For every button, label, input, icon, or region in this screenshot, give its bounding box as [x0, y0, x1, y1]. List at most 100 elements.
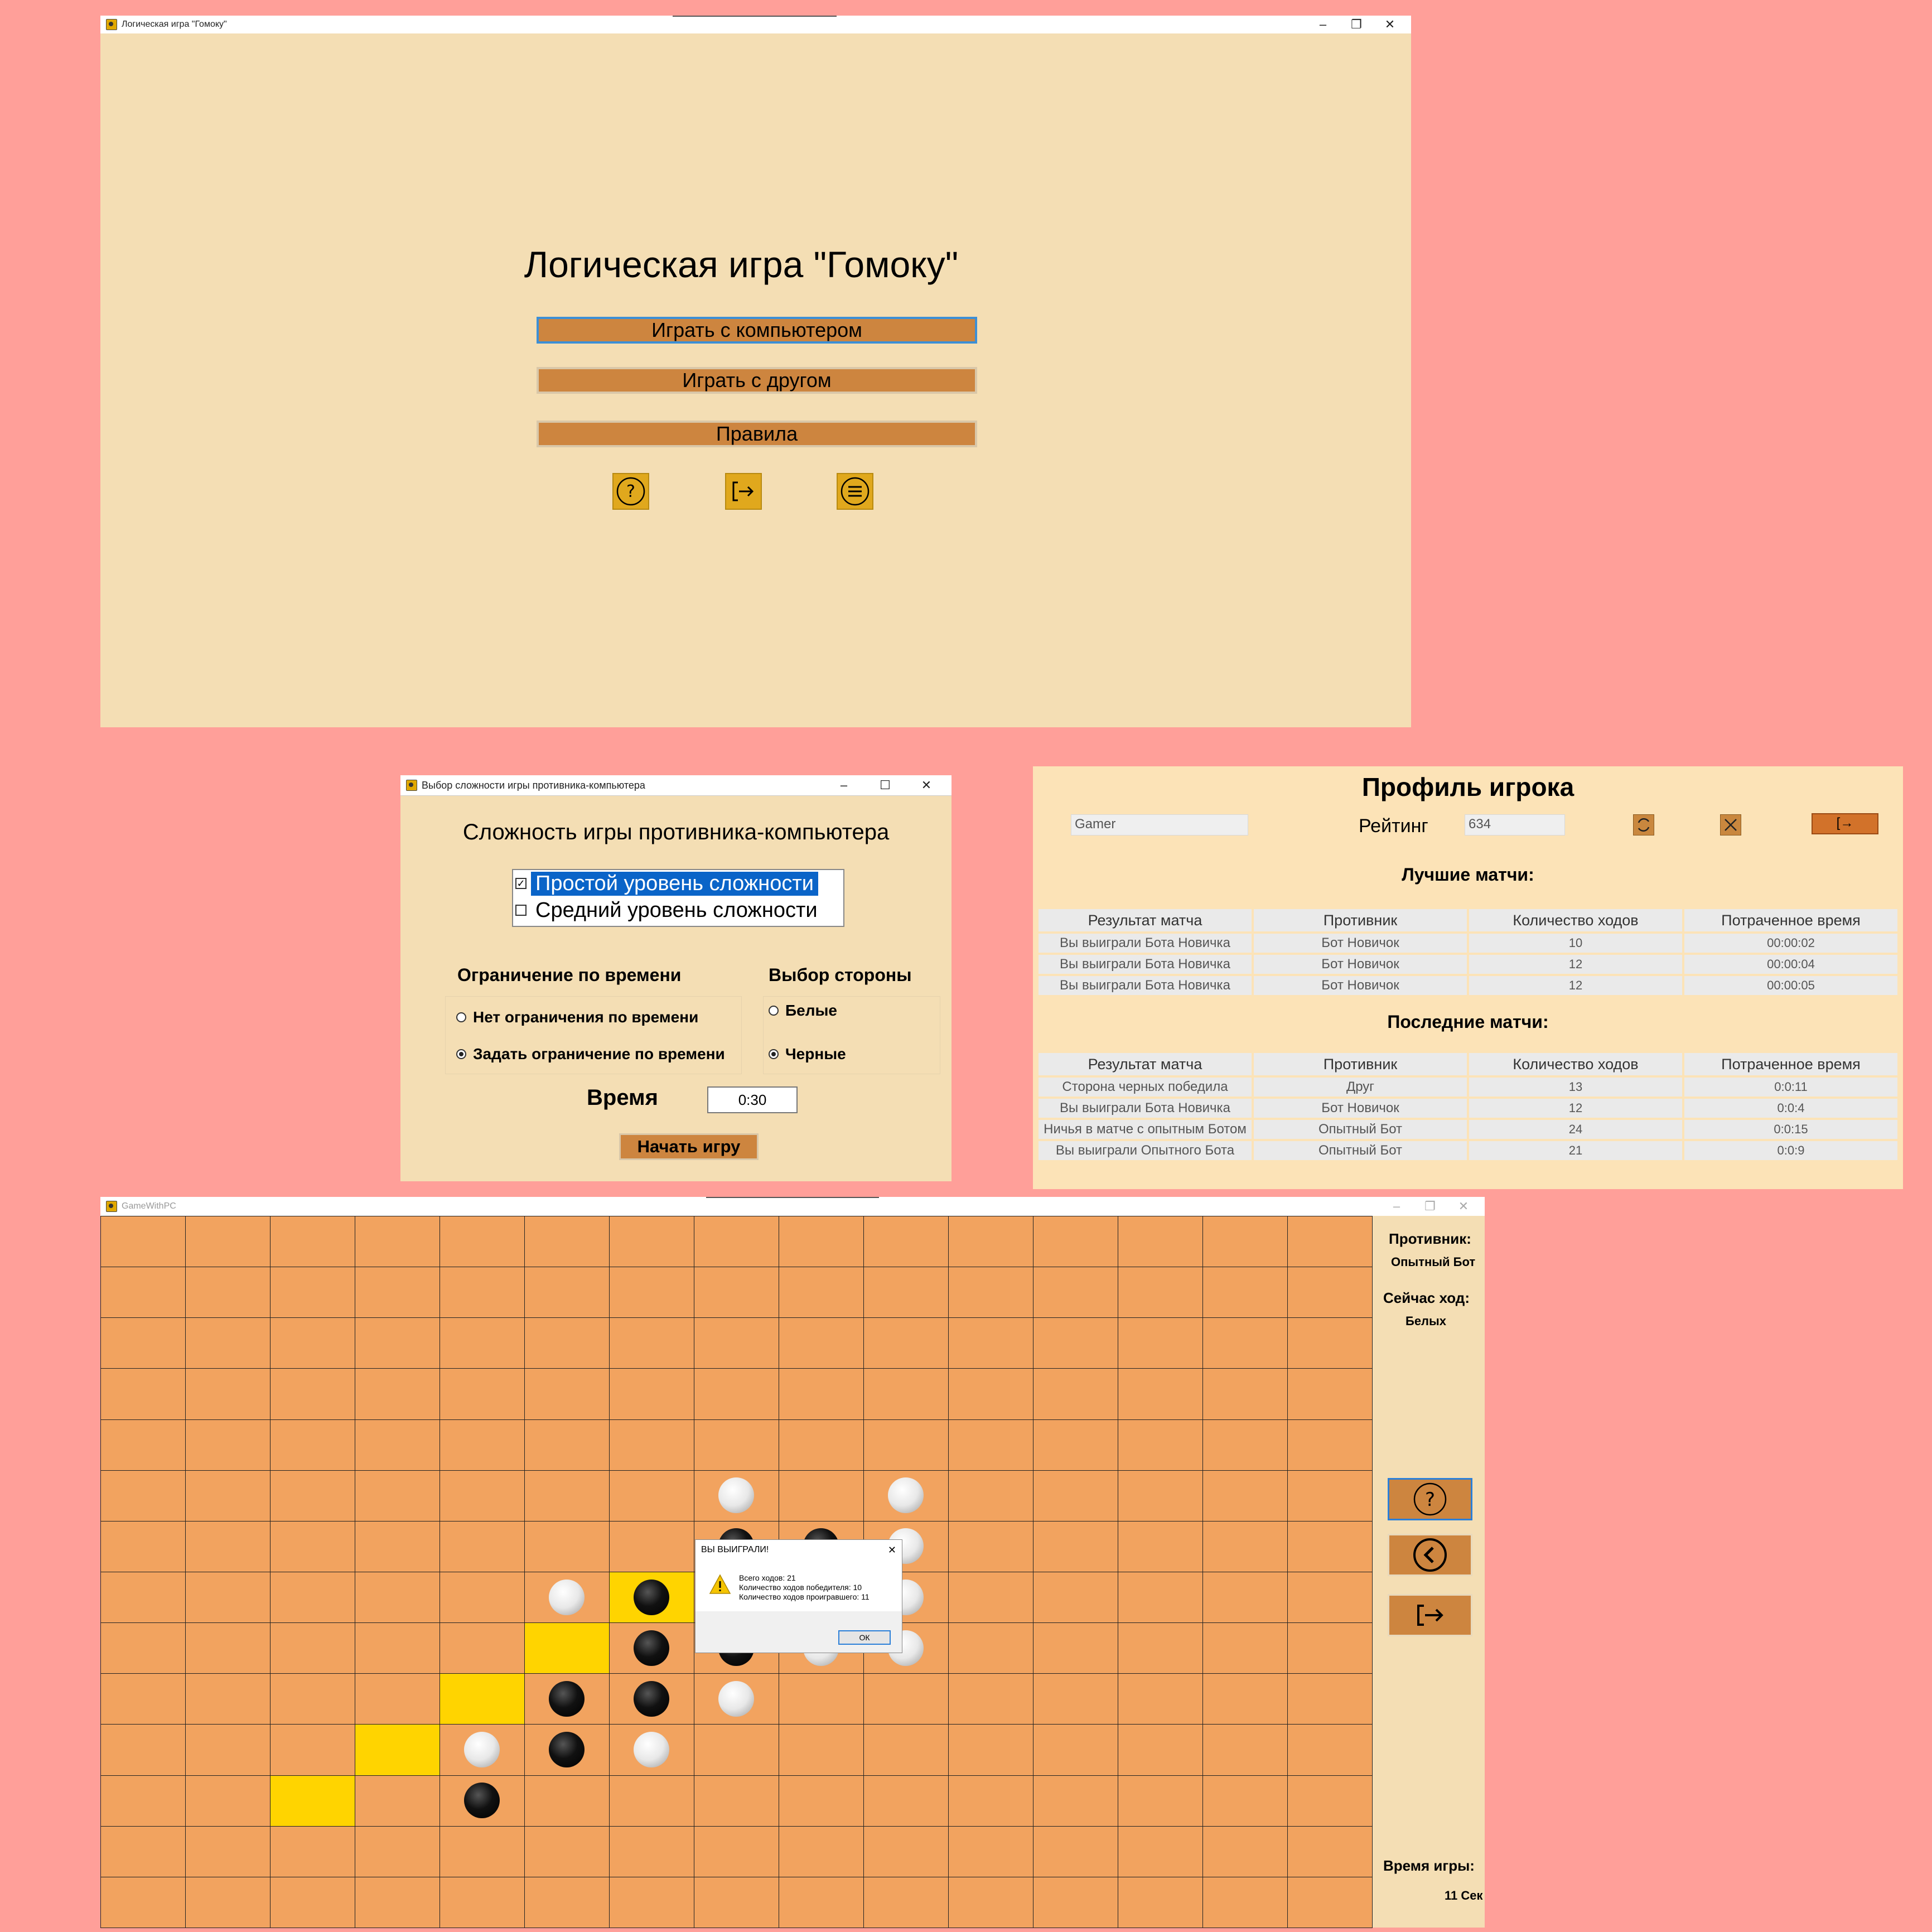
board-cell[interactable]	[185, 1673, 271, 1725]
table-row[interactable]: Сторона черных победила Друг 13 0:0:11	[1039, 1078, 1897, 1097]
minimize-icon[interactable]: –	[823, 778, 864, 793]
board-cell[interactable]	[779, 1673, 864, 1725]
board-cell[interactable]	[355, 1673, 440, 1725]
board-cell[interactable]	[185, 1267, 271, 1318]
board-cell[interactable]	[1202, 1470, 1288, 1522]
close-icon[interactable]: ✕	[1373, 17, 1407, 32]
board-cell[interactable]	[100, 1368, 186, 1420]
radio-white[interactable]: Белые	[769, 1002, 837, 1020]
board-cell[interactable]	[270, 1825, 355, 1877]
board-cell[interactable]	[948, 1520, 1033, 1572]
board-cell[interactable]	[185, 1622, 271, 1674]
board-cell[interactable]	[270, 1876, 355, 1928]
board-cell[interactable]	[524, 1520, 610, 1572]
board-cell[interactable]	[185, 1419, 271, 1471]
board-cell[interactable]	[779, 1825, 864, 1877]
board-cell[interactable]	[863, 1368, 949, 1420]
board-cell[interactable]	[100, 1216, 186, 1268]
board-cell[interactable]	[1033, 1825, 1118, 1877]
board-cell[interactable]	[439, 1876, 525, 1928]
board-cell[interactable]	[1033, 1622, 1118, 1674]
board-cell[interactable]	[1033, 1216, 1118, 1268]
board-cell[interactable]	[948, 1724, 1033, 1776]
board-cell[interactable]	[524, 1368, 610, 1420]
board-cell[interactable]	[1118, 1622, 1203, 1674]
minimize-icon[interactable]: –	[1306, 17, 1340, 32]
refresh-icon[interactable]	[1633, 814, 1654, 835]
play-friend-button[interactable]: Играть с другом	[537, 367, 977, 394]
board-cell[interactable]	[1287, 1825, 1373, 1877]
board-cell[interactable]	[100, 1317, 186, 1369]
board-cell[interactable]	[1287, 1622, 1373, 1674]
board-cell[interactable]	[439, 1673, 525, 1725]
table-row[interactable]: Вы выиграли Бота Новичка Бот Новичок 12 00:…	[1039, 955, 1897, 974]
board-cell[interactable]	[355, 1317, 440, 1369]
board-cell[interactable]	[948, 1470, 1033, 1522]
board-cell[interactable]	[609, 1775, 694, 1827]
board-cell[interactable]	[524, 1775, 610, 1827]
board-cell[interactable]	[694, 1267, 779, 1318]
board-cell[interactable]	[1118, 1267, 1203, 1318]
board-cell[interactable]	[1118, 1419, 1203, 1471]
table-row[interactable]: Вы выиграли Бота Новичка Бот Новичок 12 0:0…	[1039, 1099, 1897, 1118]
board-cell[interactable]	[185, 1368, 271, 1420]
board-cell[interactable]	[355, 1876, 440, 1928]
board-cell[interactable]	[100, 1775, 186, 1827]
board-cell[interactable]	[609, 1825, 694, 1877]
board-cell[interactable]	[609, 1317, 694, 1369]
board-cell[interactable]	[609, 1368, 694, 1420]
board-cell[interactable]	[1033, 1673, 1118, 1725]
board-cell[interactable]	[1118, 1775, 1203, 1827]
board-cell[interactable]	[779, 1216, 864, 1268]
board-cell[interactable]	[100, 1267, 186, 1318]
board-cell[interactable]	[1202, 1622, 1288, 1674]
board-cell[interactable]	[863, 1825, 949, 1877]
rules-button[interactable]: Правила	[537, 421, 977, 447]
board-cell[interactable]	[1287, 1470, 1373, 1522]
list-item[interactable]: ✓ Простой уровень сложности	[513, 870, 843, 897]
board-cell[interactable]	[185, 1876, 271, 1928]
start-game-button[interactable]: Начать игру	[619, 1133, 759, 1160]
board-cell[interactable]	[1287, 1775, 1373, 1827]
play-computer-button[interactable]: Играть с компьютером	[537, 317, 977, 344]
board-cell[interactable]	[439, 1572, 525, 1624]
board-cell[interactable]	[948, 1825, 1033, 1877]
board-cell[interactable]	[1118, 1825, 1203, 1877]
board-cell[interactable]	[779, 1724, 864, 1776]
board-cell[interactable]	[1202, 1317, 1288, 1369]
board-cell[interactable]	[439, 1825, 525, 1877]
board-cell[interactable]	[439, 1622, 525, 1674]
restore-icon[interactable]: ❐	[1413, 1199, 1447, 1214]
board-cell[interactable]	[694, 1216, 779, 1268]
board-cell[interactable]	[1287, 1419, 1373, 1471]
board-cell[interactable]	[270, 1419, 355, 1471]
board-cell[interactable]	[948, 1419, 1033, 1471]
board-cell[interactable]	[1033, 1724, 1118, 1776]
radio-black[interactable]: Черные	[769, 1045, 846, 1063]
board-cell[interactable]	[1202, 1724, 1288, 1776]
board-cell[interactable]	[270, 1572, 355, 1624]
menu-icon[interactable]	[837, 473, 873, 510]
board-cell[interactable]	[100, 1724, 186, 1776]
board-cell[interactable]	[1287, 1267, 1373, 1318]
board-cell[interactable]	[779, 1317, 864, 1369]
board-cell[interactable]	[355, 1724, 440, 1776]
maximize-icon[interactable]: ☐	[864, 778, 906, 793]
board-cell[interactable]	[439, 1267, 525, 1318]
board-cell[interactable]	[524, 1470, 610, 1522]
board-cell[interactable]	[694, 1724, 779, 1776]
board-cell[interactable]	[1033, 1470, 1118, 1522]
board-cell[interactable]	[1202, 1673, 1288, 1725]
board-cell[interactable]	[100, 1419, 186, 1471]
board-cell[interactable]	[948, 1622, 1033, 1674]
board-cell[interactable]	[609, 1419, 694, 1471]
board-cell[interactable]	[524, 1622, 610, 1674]
checkbox[interactable]	[515, 905, 527, 916]
board-cell[interactable]	[100, 1622, 186, 1674]
board-cell[interactable]	[270, 1520, 355, 1572]
board-cell[interactable]	[1202, 1876, 1288, 1928]
logout-icon[interactable]	[725, 473, 762, 510]
board-cell[interactable]	[1202, 1572, 1288, 1624]
board-cell[interactable]	[779, 1368, 864, 1420]
board-cell[interactable]	[1118, 1876, 1203, 1928]
